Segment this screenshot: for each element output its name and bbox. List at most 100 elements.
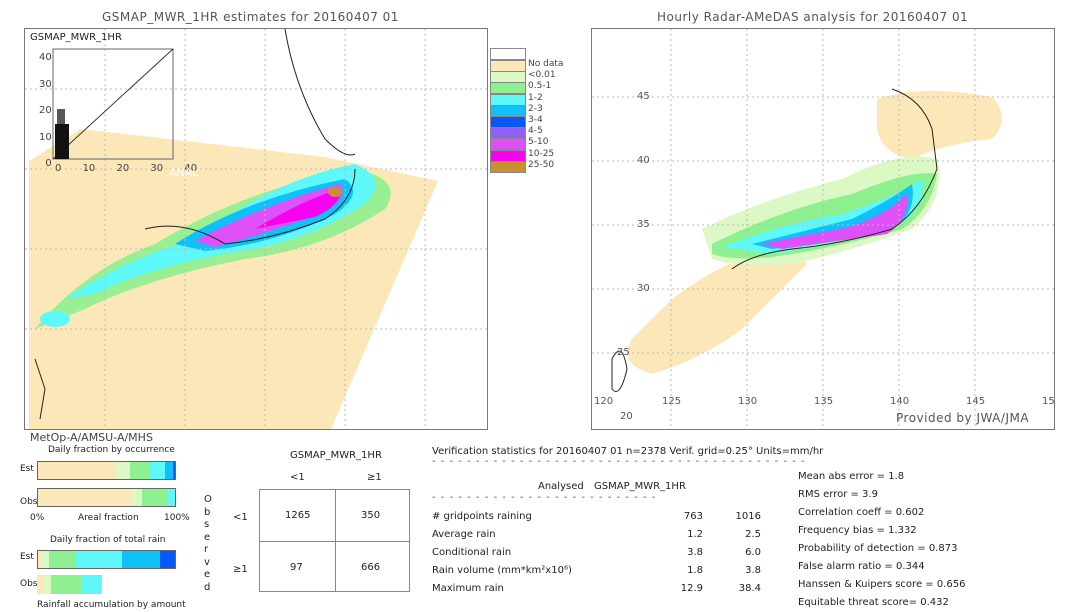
- lon-tick: 130: [738, 396, 758, 407]
- credit: Provided by JWA/JMA: [896, 411, 1030, 425]
- legend-label: 4-5: [528, 126, 543, 137]
- legend-label: 10-25: [528, 148, 555, 159]
- lat-tick: 45: [637, 91, 650, 102]
- stat-row-label: Rain volume (mm*km²x10⁶): [432, 565, 572, 576]
- total-rain-obs-bar: [37, 575, 176, 594]
- bar-segment: [159, 551, 175, 568]
- col-analysed: Analysed: [538, 481, 584, 492]
- lat-tick: 20: [620, 411, 633, 422]
- lon-tick: 135: [814, 396, 834, 407]
- legend-swatch: [490, 60, 526, 72]
- contingency-table: 1265 350 97 666: [259, 489, 410, 592]
- legend-swatch: [490, 160, 526, 173]
- bar-segment: [48, 551, 77, 568]
- legend-label: 1-2: [528, 92, 543, 103]
- bar-segment: [43, 575, 51, 594]
- est-label: Est: [20, 552, 34, 562]
- cell-miss: 97: [290, 562, 303, 573]
- legend-swatch: [490, 116, 526, 128]
- score: Mean abs error = 1.8: [798, 471, 905, 482]
- inset-xlabel: ANAL: [169, 166, 199, 179]
- score: Equitable threat score= 0.432: [798, 597, 949, 608]
- bar-segment: [165, 462, 173, 479]
- score: Correlation coeff = 0.602: [798, 507, 925, 518]
- cell-hit-none: 1265: [285, 510, 311, 521]
- bar-segment: [38, 462, 117, 479]
- score: RMS error = 3.9: [798, 489, 878, 500]
- stat-analysed: 1.8: [687, 565, 703, 576]
- legend-label: 25-50: [528, 159, 555, 170]
- legend-swatch: [490, 71, 526, 84]
- legend-swatch: [490, 149, 526, 162]
- score: Frequency bias = 1.332: [798, 525, 917, 536]
- occurrence-est-bar: [37, 461, 176, 480]
- lat-tick: 35: [637, 219, 650, 230]
- obs-label: Obs: [20, 579, 38, 589]
- lat-tick: 40: [637, 155, 650, 166]
- left-map-title: GSMAP_MWR_1HR estimates for 20160407 01: [102, 10, 399, 24]
- bar-segment: [38, 489, 132, 506]
- legend-label: <0.01: [528, 70, 556, 81]
- bar-segment: [166, 489, 175, 506]
- row-ge: ≥1: [233, 564, 248, 575]
- stat-gsmap: 3.8: [745, 565, 761, 576]
- occurrence-obs-bar: [37, 488, 176, 507]
- lat-tick: 25: [617, 347, 630, 358]
- bar-segment: [131, 489, 143, 506]
- lon-tick: 145: [966, 396, 986, 407]
- bar-segment: [142, 489, 167, 506]
- total-rain-title: Daily fraction of total rain: [50, 535, 166, 545]
- stat-analysed: 12.9: [680, 583, 703, 594]
- legend-swatch: [490, 138, 526, 151]
- legend-swatch: [490, 82, 526, 95]
- legend-swatch: [490, 127, 526, 140]
- lon-tick: 140: [890, 396, 910, 407]
- col-ge: ≥1: [367, 472, 382, 483]
- divider: - - - - - - - - - - - - - - - - - - - - …: [432, 456, 806, 467]
- stat-gsmap: 2.5: [745, 529, 761, 540]
- cell-false-alarm: 350: [361, 510, 381, 521]
- stat-analysed: 3.8: [687, 547, 703, 558]
- legend-label: 5-10: [528, 137, 549, 148]
- stat-analysed: 763: [683, 511, 703, 522]
- cell-hit: 666: [361, 562, 381, 573]
- legend-label: 3-4: [528, 115, 543, 125]
- axis-mid: Areal fraction: [78, 513, 139, 523]
- satellite-label: MetOp-A/AMSU-A/MHS: [30, 431, 153, 444]
- stat-row-label: # gridpoints raining: [432, 511, 532, 522]
- score: Probability of detection = 0.873: [798, 543, 958, 554]
- stat-gsmap: 38.4: [738, 583, 761, 594]
- axis-right: 100%: [164, 513, 190, 523]
- axis-left: 0%: [30, 513, 45, 523]
- divider: - - - - - - - - - - - - - - - - - - - - …: [432, 492, 657, 503]
- bar-segment: [121, 551, 160, 568]
- lon-tick: 120: [594, 396, 614, 407]
- stat-gsmap: 6.0: [745, 547, 761, 558]
- total-rain-caption: Rainfall accumulation by amount: [37, 600, 186, 610]
- obs-label: Obs: [20, 497, 38, 507]
- bar-segment: [37, 575, 44, 594]
- bar-segment: [116, 462, 130, 479]
- est-label: Est: [20, 464, 34, 474]
- stat-row-label: Average rain: [432, 529, 496, 540]
- bar-segment: [129, 462, 151, 479]
- row-lt: <1: [233, 512, 248, 523]
- stat-gsmap: 1016: [735, 511, 761, 522]
- score: Hanssen & Kuipers score = 0.656: [798, 579, 966, 590]
- observed-label: Observed: [204, 494, 212, 593]
- inset-label: GSMAP_MWR_1HR: [30, 32, 122, 43]
- right-map-title: Hourly Radar-AMeDAS analysis for 2016040…: [657, 10, 969, 24]
- legend-swatch: [490, 93, 526, 106]
- inset-yticks: 40 30 20 10 0: [39, 52, 52, 169]
- col-lt: <1: [290, 472, 305, 483]
- legend-label: 0.5-1: [528, 81, 552, 92]
- stat-row-label: Maximum rain: [432, 583, 504, 594]
- legend-swatch: [490, 104, 526, 117]
- bar-segment: [150, 462, 166, 479]
- total-rain-est-bar: [37, 550, 176, 569]
- stat-analysed: 1.2: [687, 529, 703, 540]
- right-map: 45 40 35 30 25 20 120 125 130 135 140 14…: [591, 28, 1055, 430]
- col-gsmap: GSMAP_MWR_1HR: [594, 481, 686, 492]
- occurrence-title: Daily fraction by occurrence: [48, 445, 175, 455]
- legend-label: 2-3: [528, 103, 543, 114]
